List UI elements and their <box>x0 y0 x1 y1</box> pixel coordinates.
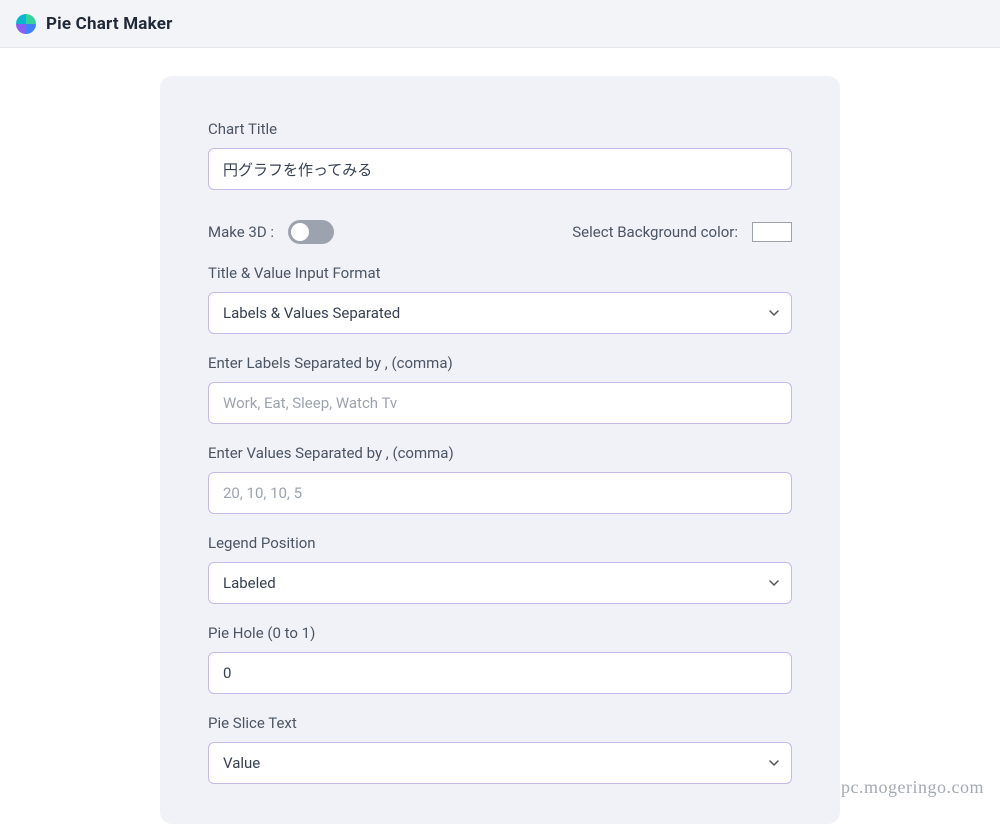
legend-position-field: Legend Position Labeled <box>208 534 792 604</box>
bg-color-label: Select Background color: <box>572 223 738 241</box>
chart-config-card: Chart Title Make 3D : Select Background … <box>160 76 840 824</box>
labels-label: Enter Labels Separated by , (comma) <box>208 354 792 372</box>
bg-color-picker[interactable] <box>752 222 792 242</box>
input-format-select[interactable]: Labels & Values Separated <box>208 292 792 334</box>
page-body: Chart Title Make 3D : Select Background … <box>0 48 1000 824</box>
values-label: Enter Values Separated by , (comma) <box>208 444 792 462</box>
pie-hole-label: Pie Hole (0 to 1) <box>208 624 792 642</box>
values-input[interactable] <box>208 472 792 514</box>
chart-title-field: Chart Title <box>208 120 792 190</box>
pie-slice-text-label: Pie Slice Text <box>208 714 792 732</box>
brand: Pie Chart Maker <box>14 12 173 36</box>
chart-title-input[interactable] <box>208 148 792 190</box>
make-3d-label: Make 3D : <box>208 223 274 241</box>
pie-hole-field: Pie Hole (0 to 1) <box>208 624 792 694</box>
legend-position-label: Legend Position <box>208 534 792 552</box>
pie-slice-text-select[interactable]: Value <box>208 742 792 784</box>
pie-hole-input[interactable] <box>208 652 792 694</box>
labels-field: Enter Labels Separated by , (comma) <box>208 354 792 424</box>
pie-chart-icon <box>14 12 38 36</box>
chart-title-label: Chart Title <box>208 120 792 138</box>
row-3d-and-bgcolor: Make 3D : Select Background color: <box>208 220 792 244</box>
make-3d-toggle[interactable] <box>288 220 334 244</box>
labels-input[interactable] <box>208 382 792 424</box>
bg-color-group: Select Background color: <box>572 222 792 242</box>
legend-position-select[interactable]: Labeled <box>208 562 792 604</box>
app-header: Pie Chart Maker <box>0 0 1000 48</box>
app-title: Pie Chart Maker <box>46 14 173 34</box>
pie-slice-text-field: Pie Slice Text Value <box>208 714 792 784</box>
make-3d-group: Make 3D : <box>208 220 334 244</box>
input-format-label: Title & Value Input Format <box>208 264 792 282</box>
input-format-field: Title & Value Input Format Labels & Valu… <box>208 264 792 334</box>
values-field: Enter Values Separated by , (comma) <box>208 444 792 514</box>
